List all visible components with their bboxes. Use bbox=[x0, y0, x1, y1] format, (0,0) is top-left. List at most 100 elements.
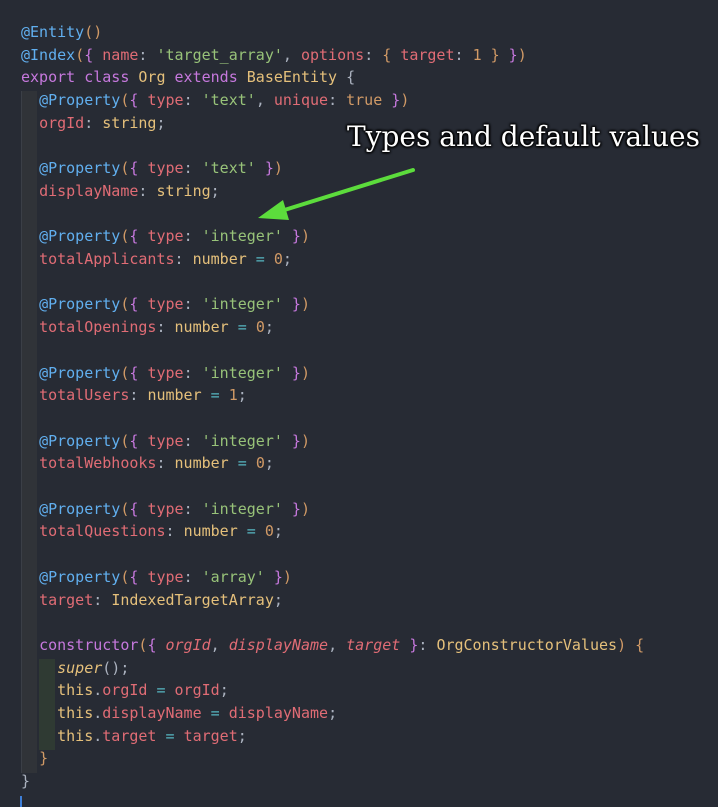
code-token-plain: : bbox=[183, 499, 202, 518]
code-token-this: this bbox=[57, 681, 94, 700]
code-token-str: 'integer' bbox=[201, 499, 283, 518]
code-token-num: 0 bbox=[264, 522, 274, 541]
code-token-kw: constructor bbox=[39, 635, 139, 654]
code-token-plain: , bbox=[282, 45, 301, 64]
code-token-type: string bbox=[102, 113, 157, 132]
code-token-plain: (); bbox=[102, 658, 130, 677]
code-token-plain: } bbox=[21, 772, 31, 791]
code-token-plain: : bbox=[418, 635, 437, 654]
code-line: totalUsers: number = 1; bbox=[21, 384, 247, 406]
code-line: totalQuestions: number = 0; bbox=[21, 520, 283, 542]
code-token-plain: : bbox=[183, 227, 202, 246]
code-line: @Property({ type: 'integer' }) bbox=[21, 362, 310, 384]
code-token-type: string bbox=[156, 181, 211, 200]
code-token-type: number bbox=[192, 250, 247, 268]
code-token-prop: target bbox=[102, 726, 157, 745]
code-token-superc: super bbox=[57, 658, 103, 677]
code-token-str: 'target_array' bbox=[156, 45, 283, 64]
code-token-prop: target bbox=[39, 590, 94, 609]
code-token-paren: () bbox=[84, 23, 103, 41]
code-token-plain: : bbox=[364, 45, 383, 64]
code-line: @Property({ type: 'text', unique: true }… bbox=[21, 89, 409, 111]
code-token-str: 'integer' bbox=[201, 363, 283, 382]
code-line: totalApplicants: number = 0; bbox=[21, 248, 292, 270]
code-token-op: = bbox=[228, 318, 256, 337]
code-token-brace: { bbox=[129, 499, 148, 518]
code-token-key: type bbox=[147, 295, 184, 314]
code-token-type: number bbox=[147, 386, 202, 405]
code-token-paren: ( bbox=[75, 45, 85, 64]
code-token-num: 0 bbox=[273, 250, 283, 268]
code-token-str: 'integer' bbox=[201, 227, 283, 246]
code-token-prop: displayName bbox=[102, 704, 202, 722]
code-line: totalOpenings: number = 0; bbox=[21, 316, 274, 338]
code-token-num: 1 bbox=[228, 386, 238, 405]
code-token-plain: : bbox=[156, 318, 175, 337]
code-token-param: target bbox=[346, 635, 401, 654]
code-token-plain: ; bbox=[237, 386, 247, 405]
code-line: target: IndexedTargetArray; bbox=[21, 589, 283, 611]
code-token-num: 0 bbox=[255, 318, 265, 337]
code-token-paren: ) bbox=[282, 567, 292, 586]
code-line: export class Org extends BaseEntity { bbox=[21, 66, 355, 88]
code-token-brace: } bbox=[255, 159, 274, 178]
code-token-prop: displayName bbox=[39, 181, 139, 200]
code-line: @Property({ type: 'integer' }) bbox=[21, 498, 310, 520]
code-line: @Property({ type: 'array' }) bbox=[21, 566, 292, 588]
text-cursor bbox=[20, 796, 22, 807]
code-line: @Property({ type: 'integer' }) bbox=[21, 430, 310, 452]
code-line: this.target = target; bbox=[21, 725, 247, 747]
code-token-num: 1 bbox=[472, 45, 482, 64]
code-token-dec: @Property bbox=[39, 499, 121, 518]
code-token-paren: ) bbox=[300, 227, 310, 246]
code-line: orgId: string; bbox=[21, 112, 166, 134]
code-token-plain: . bbox=[93, 704, 103, 722]
code-token-brace: { bbox=[129, 363, 148, 382]
code-token-plain: : bbox=[138, 45, 157, 64]
code-token-paren: { bbox=[382, 45, 401, 64]
code-line: totalWebhooks: number = 0; bbox=[21, 452, 274, 474]
code-token-paren: ) bbox=[300, 431, 310, 450]
code-token-plain: ; bbox=[210, 181, 220, 200]
code-line: this.displayName = displayName; bbox=[21, 702, 337, 724]
code-token-key: name bbox=[102, 45, 139, 64]
code-token-brace: { bbox=[129, 91, 148, 110]
code-token-dec: @Index bbox=[21, 45, 76, 64]
code-token-paren: ) bbox=[300, 363, 310, 382]
code-token-plain: ; bbox=[237, 726, 247, 745]
code-token-dec: @Property bbox=[39, 91, 121, 110]
code-token-brace: } bbox=[282, 295, 301, 314]
code-token-brace: } bbox=[282, 499, 301, 518]
code-token-prop: target bbox=[183, 726, 238, 745]
code-token-plain: : bbox=[156, 454, 175, 473]
code-token-plain: : bbox=[183, 363, 202, 382]
code-token-plain: , bbox=[255, 91, 274, 110]
code-token-key: type bbox=[147, 363, 184, 382]
code-line: @Entity() bbox=[21, 21, 102, 43]
code-token-key: target bbox=[400, 45, 455, 64]
code-token-kw: extends bbox=[174, 68, 247, 87]
code-token-key: unique bbox=[273, 91, 329, 110]
code-token-paren: ) bbox=[517, 45, 527, 64]
code-token-this: this bbox=[57, 726, 94, 745]
code-line: } bbox=[21, 770, 30, 792]
code-token-param: displayName bbox=[228, 635, 329, 654]
code-token-plain: ; bbox=[328, 704, 338, 722]
code-token-plain: : bbox=[84, 113, 103, 132]
code-token-plain: ; bbox=[156, 113, 166, 132]
code-token-plain: : bbox=[183, 431, 202, 450]
code-line: } bbox=[21, 747, 48, 769]
code-token-kw: export bbox=[21, 68, 85, 87]
code-token-dec: @Property bbox=[39, 431, 121, 450]
code-token-key: type bbox=[147, 499, 184, 518]
code-token-plain: ; bbox=[282, 250, 292, 268]
code-token-key: type bbox=[147, 91, 184, 110]
code-token-plain: : bbox=[183, 295, 202, 314]
code-token-plain: . bbox=[93, 681, 103, 700]
code-token-brace: { bbox=[129, 159, 148, 178]
code-token-plain: . bbox=[93, 726, 103, 745]
